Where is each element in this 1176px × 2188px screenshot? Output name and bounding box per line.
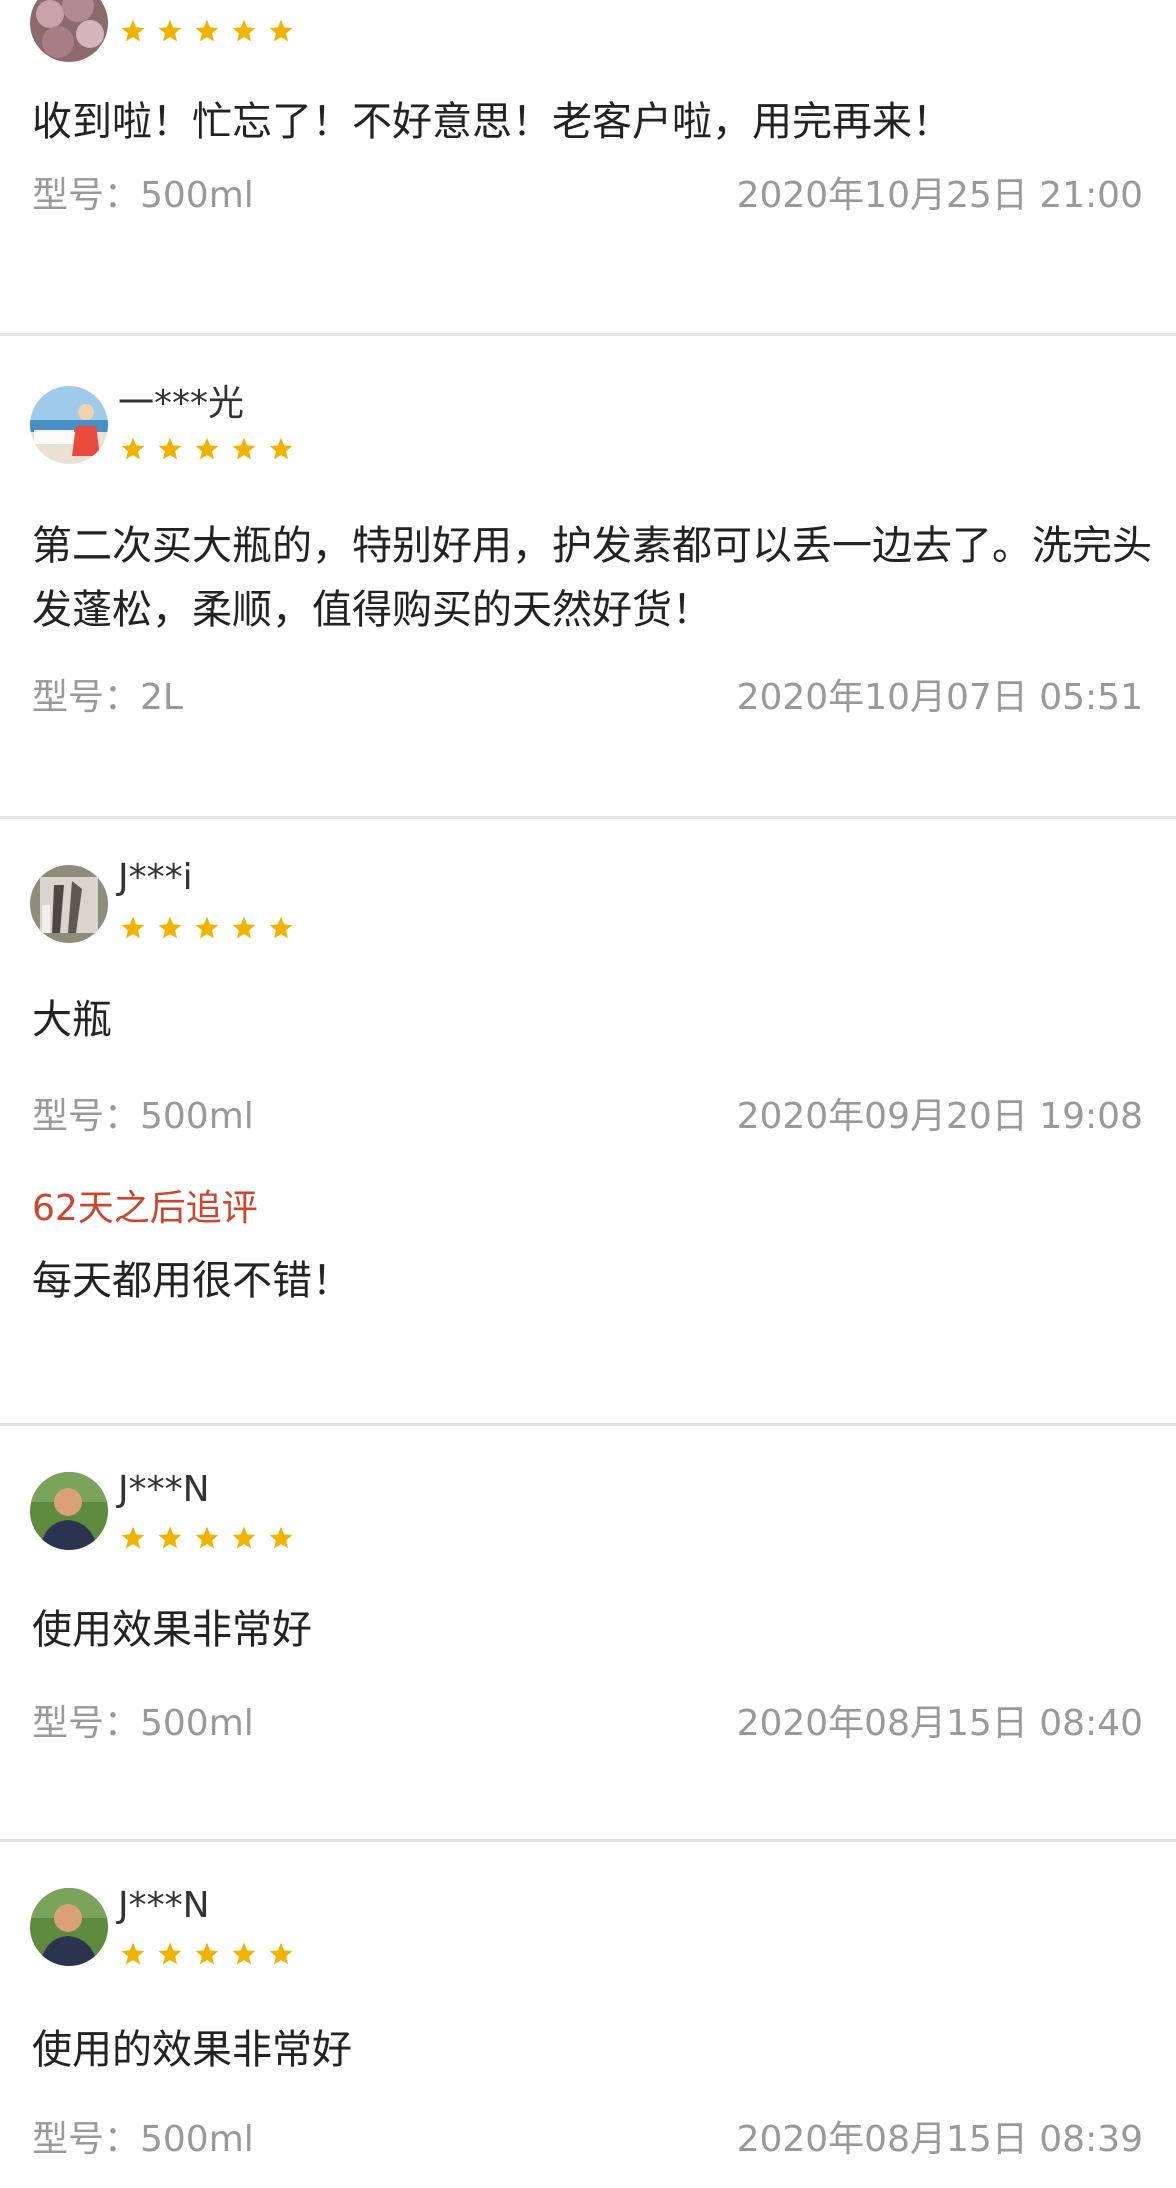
review-text: 第二次买大瓶的，特别好用，护发素都可以丢一边去了。洗完头发蓬松，柔顺，值得购买的… xyxy=(32,523,1152,633)
star-rating xyxy=(120,915,305,947)
review-text: 使用的效果非常好 xyxy=(32,2027,352,2073)
product-spec: 型号：500ml xyxy=(32,175,254,216)
star-icon xyxy=(268,18,294,44)
username: J***i xyxy=(118,857,193,898)
review-text: 大瓶 xyxy=(32,997,112,1043)
star-icon xyxy=(231,915,257,941)
person-avatar-icon xyxy=(30,1888,108,1966)
followup-label: 62天之后追评 xyxy=(32,1188,258,1229)
star-icon xyxy=(194,1941,220,1967)
product-spec: 型号：500ml xyxy=(32,2119,254,2160)
review-item: J***N 使用的效果非常好 型号：500ml 2020年08月15日 08:3… xyxy=(0,1842,1176,2188)
star-icon xyxy=(120,1941,146,1967)
star-icon xyxy=(268,1941,294,1967)
user-avatar[interactable] xyxy=(30,1888,108,1966)
star-icon xyxy=(194,436,220,462)
pink-blossom-avatar-icon xyxy=(30,0,108,62)
person-avatar-icon xyxy=(30,1472,108,1550)
review-item: J***i 大瓶 型号：500ml 2020年09月20日 19:08 62天之… xyxy=(0,819,1176,1426)
followup-text: 每天都用很不错！ xyxy=(32,1258,352,1304)
review-date: 2020年08月15日 08:39 xyxy=(736,2119,1143,2160)
username: 一***光 xyxy=(118,383,245,424)
star-icon xyxy=(231,1525,257,1551)
review-date: 2020年10月25日 21:00 xyxy=(736,175,1143,216)
star-icon xyxy=(231,1941,257,1967)
review-date: 2020年10月07日 05:51 xyxy=(736,677,1143,718)
star-icon xyxy=(231,436,257,462)
star-icon xyxy=(157,436,183,462)
star-icon xyxy=(194,915,220,941)
star-rating xyxy=(120,436,305,468)
review-date: 2020年09月20日 19:08 xyxy=(736,1096,1143,1137)
star-icon xyxy=(157,1941,183,1967)
star-icon xyxy=(157,915,183,941)
user-avatar[interactable] xyxy=(30,865,108,943)
star-icon xyxy=(231,18,257,44)
star-icon xyxy=(268,1525,294,1551)
star-icon xyxy=(194,18,220,44)
product-spec: 型号：2L xyxy=(32,677,183,718)
username: J***N xyxy=(118,1469,210,1510)
star-icon xyxy=(268,436,294,462)
review-item: 一***光 第二次买大瓶的，特别好用，护发素都可以丢一边去了。洗完头发蓬松，柔顺… xyxy=(0,336,1176,819)
star-icon xyxy=(120,1525,146,1551)
review-list: 收到啦！忙忘了！不好意思！老客户啦，用完再来！ 型号：500ml 2020年10… xyxy=(0,0,1176,2188)
statue-avatar-icon xyxy=(30,865,108,943)
review-item: J***N 使用效果非常好 型号：500ml 2020年08月15日 08:40 xyxy=(0,1426,1176,1842)
user-avatar[interactable] xyxy=(30,0,108,62)
star-icon xyxy=(268,915,294,941)
product-spec: 型号：500ml xyxy=(32,1703,254,1744)
product-spec: 型号：500ml xyxy=(32,1096,254,1137)
star-icon xyxy=(120,436,146,462)
star-icon xyxy=(157,1525,183,1551)
star-icon xyxy=(194,1525,220,1551)
review-text: 使用效果非常好 xyxy=(32,1607,312,1653)
beach-avatar-icon xyxy=(30,386,108,464)
user-avatar[interactable] xyxy=(30,386,108,464)
star-icon xyxy=(120,18,146,44)
star-rating xyxy=(120,1941,305,1973)
star-rating xyxy=(120,1525,305,1557)
review-item: 收到啦！忙忘了！不好意思！老客户啦，用完再来！ 型号：500ml 2020年10… xyxy=(0,0,1176,336)
user-avatar[interactable] xyxy=(30,1472,108,1550)
star-icon xyxy=(120,915,146,941)
star-rating xyxy=(120,18,305,50)
star-icon xyxy=(157,18,183,44)
username: J***N xyxy=(118,1885,210,1926)
review-text: 收到啦！忙忘了！不好意思！老客户啦，用完再来！ xyxy=(32,99,952,145)
review-date: 2020年08月15日 08:40 xyxy=(736,1703,1143,1744)
